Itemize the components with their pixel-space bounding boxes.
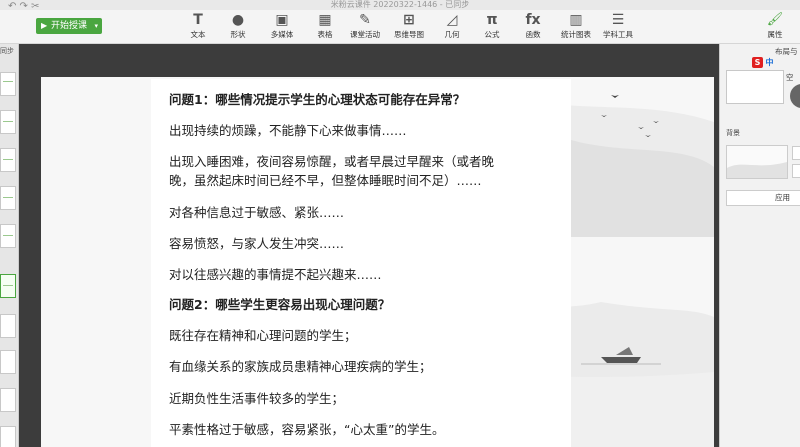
slide-text-line: 对以往感兴趣的事情提不起兴趣来…… [169, 267, 382, 282]
start-class-label: 开始授课 [51, 21, 88, 31]
mindmap-icon: ⊞ [403, 12, 415, 28]
tool-label: 学科工具 [603, 30, 633, 39]
slide-thumbnail[interactable] [0, 350, 16, 374]
background-option-box[interactable] [792, 146, 800, 160]
expand-handle[interactable] [790, 84, 800, 108]
slide-text-line: 有血缘关系的家族成员患精神心理疾病的学生； [169, 359, 432, 374]
layout-preview[interactable] [726, 70, 784, 104]
slide-thumbnail[interactable] [0, 148, 16, 172]
chevron-down-icon[interactable]: ▾ [94, 18, 98, 34]
slide-thumbnail[interactable] [0, 314, 16, 338]
subject-tools-icon: ☰ [611, 12, 625, 28]
sync-label: 同步 [0, 47, 14, 55]
tool-activity-button[interactable]: ✎ 课堂活动 [345, 12, 385, 40]
properties-button[interactable]: 🖌 属性 [760, 12, 790, 40]
tool-label: 表格 [317, 30, 333, 39]
tool-label: 统计图表 [561, 30, 591, 39]
properties-panel: 布局与 S 中 空 背景 应用 [719, 44, 800, 447]
ime-toolbar[interactable]: S 中 [752, 57, 774, 68]
background-option-box[interactable] [792, 164, 800, 178]
slide-text-line: 平素性格过于敏感，容易紧张，“心太重”的学生。 [169, 422, 445, 437]
slide-thumbnail[interactable] [0, 224, 16, 248]
formula-icon: π [486, 12, 498, 28]
undo-redo-group[interactable]: ↶ ↷ ✂ [8, 1, 40, 12]
activity-icon: ✎ [359, 12, 371, 28]
tool-label: 课堂活动 [350, 30, 380, 39]
text-icon: T [193, 12, 203, 28]
tool-formula-button[interactable]: π 公式 [472, 12, 512, 40]
tool-chart-button[interactable]: ▥ 统计图表 [556, 12, 596, 40]
properties-label: 属性 [767, 30, 783, 39]
tool-label: 文本 [190, 30, 206, 39]
tool-mindmap-button[interactable]: ⊞ 思维导图 [389, 12, 429, 40]
slide-question-heading: 问题2：哪些学生更容易出现心理问题？ [169, 297, 391, 312]
image-icon: ▣ [275, 12, 289, 28]
slide-thumbnail[interactable] [0, 110, 16, 134]
slide-text-line: 出现持续的烦躁，不能静下心来做事情…… [169, 123, 407, 138]
sogou-icon: S [752, 57, 763, 68]
table-icon: ▦ [318, 12, 332, 28]
tool-label: 公式 [484, 30, 500, 39]
tool-image-button[interactable]: ▣ 多媒体 [262, 12, 302, 40]
background-thumbnail[interactable] [726, 145, 788, 179]
tool-label: 函数 [525, 30, 541, 39]
start-class-button[interactable]: ▶ 开始授课 ▾ [36, 18, 102, 34]
slide-text-line: 晚，虽然起床时间已经不早，但整体睡眠时间不足）…… [169, 173, 482, 188]
title-bar: 米粉云课件 20220322-1446 - 已同步 [0, 0, 800, 10]
tool-geometry-button[interactable]: ◿ 几何 [432, 12, 472, 40]
apply-button[interactable]: 应用 [726, 190, 800, 206]
tool-shape-button[interactable]: ● 形状 [218, 12, 258, 40]
tool-label: 思维导图 [394, 30, 424, 39]
slide-thumbnail-active[interactable] [0, 274, 16, 298]
toolbar: ↶ ↷ ✂ ▶ 开始授课 ▾ T 文本 ● 形状 ▣ 多媒体 ▦ 表格 ✎ 课堂活动 ⊞ 思维导图 ◿ 几… [0, 1, 800, 44]
background-label: 背景 [726, 129, 740, 137]
tool-table-button[interactable]: ▦ 表格 [305, 12, 345, 40]
tool-label: 几何 [444, 30, 460, 39]
function-icon: fx [525, 12, 541, 28]
slide-text-line: 出现入睡困难，夜间容易惊醒，或者早晨过早醒来（或者晚 [169, 154, 495, 169]
slide-thumbnail[interactable] [0, 426, 16, 447]
geometry-icon: ◿ [446, 12, 458, 28]
slide-thumbnail[interactable] [0, 388, 16, 412]
play-icon: ▶ [41, 21, 48, 30]
tool-label: 形状 [230, 30, 246, 39]
shape-icon: ● [231, 12, 245, 28]
tool-label: 多媒体 [270, 30, 294, 39]
slide-text-line: 既往存在精神和心理问题的学生； [169, 328, 357, 343]
slide-text-line: 对各种信息过于敏感、紧张…… [169, 205, 345, 220]
slide-question-heading: 问题1：哪些情况提示学生的心理状态可能存在异常？ [169, 92, 466, 107]
tool-text-button[interactable]: T 文本 [178, 12, 218, 40]
tool-function-button[interactable]: fx 函数 [513, 12, 553, 40]
slide[interactable]: 问题1：哪些情况提示学生的心理状态可能存在异常？ 出现持续的烦躁，不能静下心来做事… [41, 77, 714, 447]
brush-icon: 🖌 [766, 12, 784, 27]
slide-thumbnail[interactable] [0, 186, 16, 210]
slide-text-line: 近期负性生活事件较多的学生； [169, 391, 345, 406]
slide-thumbnail-panel: 同步 [0, 44, 19, 447]
window-title: 米粉云课件 20220322-1446 - 已同步 [330, 0, 470, 9]
chart-icon: ▥ [569, 12, 583, 28]
apply-button-label: 应用 [775, 193, 790, 202]
layout-title: 布局与 [775, 47, 798, 56]
tool-subject-tools-button[interactable]: ☰ 学科工具 [598, 12, 638, 40]
slide-thumbnail[interactable] [0, 72, 16, 96]
slide-text-line: 容易愤怒，与家人发生冲突…… [169, 236, 345, 251]
text-box[interactable]: 问题1：哪些情况提示学生的心理状态可能存在异常？ 出现持续的烦躁，不能静下心来做事… [151, 79, 571, 447]
empty-layout-label: 空 [786, 73, 794, 82]
ime-mode-label: 中 [765, 58, 774, 67]
